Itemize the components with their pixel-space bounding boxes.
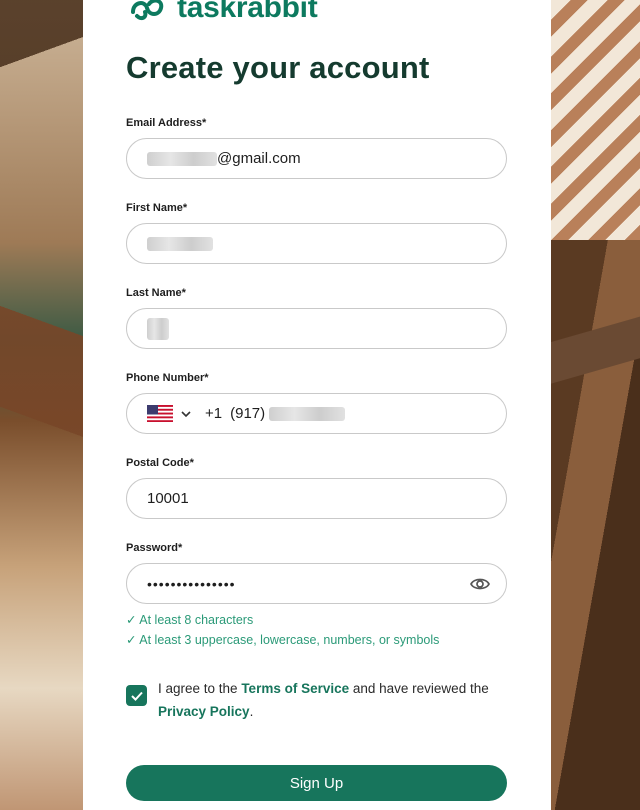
- logo-text: taskrabbit: [177, 0, 318, 24]
- password-field[interactable]: •••••••••••••••: [126, 563, 507, 604]
- password-label: Password*: [126, 542, 183, 554]
- area-code: (917): [230, 405, 266, 422]
- checkmark-icon: [130, 691, 143, 701]
- postal-code-label: Postal Code*: [126, 457, 194, 469]
- last-name-label: Last Name*: [126, 287, 186, 299]
- email-value: @gmail.com: [217, 150, 301, 167]
- password-value: •••••••••••••••: [147, 575, 236, 592]
- agree-prefix: I agree to the: [158, 681, 242, 696]
- agree-middle: and have reviewed the: [349, 681, 489, 696]
- country-code: +1: [205, 405, 223, 422]
- phone-field[interactable]: +1 (917): [126, 393, 507, 434]
- agree-suffix: .: [249, 704, 254, 719]
- rabbit-logo-icon: [131, 0, 164, 21]
- phone-label: Phone Number*: [126, 372, 209, 384]
- agree-text: I agree to the Terms of Service and have…: [158, 677, 508, 723]
- redacted-text: [147, 151, 217, 166]
- postal-code-value: 10001: [147, 490, 189, 507]
- signup-panel: taskrabbit Create your account Email Add…: [83, 0, 551, 810]
- sign-up-button[interactable]: Sign Up: [126, 765, 507, 801]
- first-name-field[interactable]: [126, 223, 507, 264]
- terms-of-service-link[interactable]: Terms of Service: [241, 681, 349, 696]
- postal-code-field[interactable]: 10001: [126, 478, 507, 519]
- first-name-label: First Name*: [126, 202, 188, 214]
- page-title: Create your account: [126, 50, 430, 85]
- redacted-text: [269, 406, 346, 421]
- show-password-eye-icon[interactable]: [470, 575, 490, 593]
- agree-checkbox[interactable]: [126, 685, 147, 706]
- email-label: Email Address*: [126, 117, 207, 129]
- privacy-policy-link[interactable]: Privacy Policy: [158, 704, 250, 719]
- last-name-field[interactable]: [126, 308, 507, 349]
- background-photo-left: [0, 0, 83, 810]
- password-hint-complexity: ✓ At least 3 uppercase, lowercase, numbe…: [126, 633, 440, 647]
- password-hint-length: ✓ At least 8 characters: [126, 613, 254, 627]
- country-select[interactable]: [147, 405, 191, 422]
- chevron-down-icon: [181, 410, 191, 417]
- redacted-text: [147, 236, 213, 251]
- us-flag-icon: [147, 405, 173, 422]
- taskrabbit-logo[interactable]: taskrabbit: [129, 0, 318, 28]
- background-photo-right: [537, 0, 640, 810]
- email-field[interactable]: @gmail.com: [126, 138, 507, 179]
- redacted-text: [147, 317, 169, 340]
